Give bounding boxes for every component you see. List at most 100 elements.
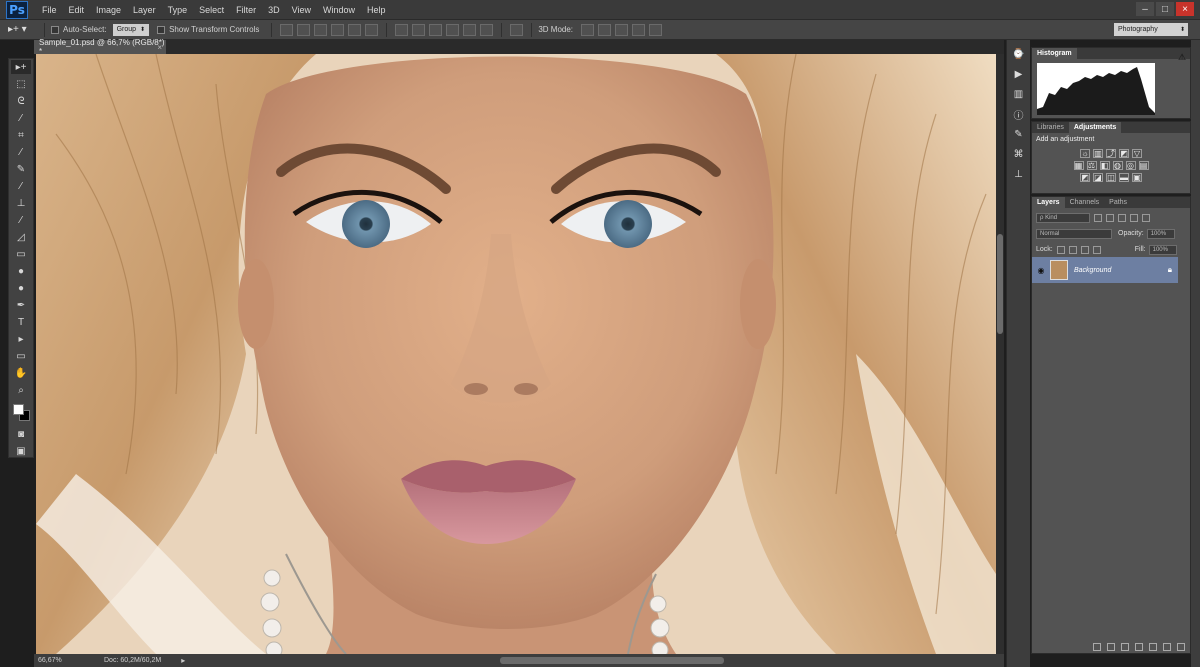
auto-select-dropdown[interactable]: Group ⬍ [112,23,150,36]
layer-name[interactable]: Background [1074,267,1111,274]
color-swatches[interactable] [10,401,32,423]
fill-field[interactable]: 100% [1148,244,1177,255]
move-tool-icon[interactable]: ▸+ [11,60,31,74]
posterize-icon[interactable]: ◪ [1093,173,1103,182]
brush-panel-icon[interactable]: ✎ [1012,128,1026,140]
vertical-scrollbar[interactable] [996,54,1004,654]
type-filter-icon[interactable] [1118,213,1126,222]
menu-edit[interactable]: Edit [63,0,91,20]
properties-panel-icon[interactable]: ▥ [1012,88,1026,100]
path-selection-tool-icon[interactable]: ▸ [11,332,31,346]
document-canvas[interactable] [36,54,996,654]
menu-filter[interactable]: Filter [230,0,262,20]
align-right-icon[interactable] [365,23,379,36]
blend-mode-select[interactable]: Normal [1036,228,1112,239]
new-layer-icon[interactable] [1163,642,1171,651]
quick-selection-tool-icon[interactable]: ⁄ [11,111,31,125]
distribute-top-icon[interactable] [395,23,409,36]
minimize-icon[interactable]: – [1136,2,1154,16]
hue-saturation-icon[interactable]: ▦ [1073,161,1084,170]
menu-select[interactable]: Select [193,0,230,20]
3d-scale-icon[interactable] [649,23,663,36]
screen-mode-icon[interactable]: ▣ [11,444,31,458]
gradient-tool-icon[interactable]: ▭ [11,247,31,261]
align-bottom-icon[interactable] [314,23,328,36]
hand-tool-icon[interactable]: ✋ [11,366,31,380]
brightness-contrast-icon[interactable]: ☼ [1080,149,1090,158]
pixel-filter-icon[interactable] [1094,213,1102,222]
align-center-icon[interactable] [348,23,362,36]
distribute-bottom-icon[interactable] [429,23,443,36]
lock-transparent-icon[interactable] [1056,245,1065,254]
tab-histogram[interactable]: Histogram [1032,48,1077,59]
brush-presets-icon[interactable]: ⌘ [1012,148,1026,160]
exposure-icon[interactable]: ◩ [1119,149,1129,158]
lock-all-icon[interactable] [1092,245,1101,254]
type-tool-icon[interactable]: T [11,315,31,329]
layer-style-icon[interactable] [1107,642,1115,651]
horizontal-scroll-thumb[interactable] [500,657,724,664]
levels-icon[interactable]: ▥ [1093,149,1103,158]
brush-tool-icon[interactable]: ⁄ [11,179,31,193]
vertical-scroll-thumb[interactable] [997,234,1003,334]
zoom-tool-icon[interactable]: ⌕ [11,383,31,397]
crop-tool-icon[interactable]: ⌗ [11,128,31,142]
status-menu-arrow-icon[interactable]: ▸ [181,656,185,665]
channel-mixer-icon[interactable]: ◎ [1125,161,1136,170]
rectangle-tool-icon[interactable]: ▭ [11,349,31,363]
transform-controls-checkbox[interactable] [157,25,166,34]
move-tool-preset-icon[interactable]: ▸+ ▾ [8,22,38,38]
menu-type[interactable]: Type [162,0,194,20]
healing-brush-tool-icon[interactable]: ✎ [11,162,31,176]
tab-layers[interactable]: Layers [1032,197,1065,208]
foreground-color-swatch[interactable] [13,404,24,415]
distribute-center-icon[interactable] [463,23,477,36]
quick-mask-icon[interactable]: ◙ [11,427,31,441]
visibility-eye-icon[interactable]: ◉ [1035,266,1047,275]
black-white-icon[interactable]: ◧ [1099,161,1110,170]
smart-object-filter-icon[interactable] [1142,213,1150,222]
tool-presets-icon[interactable]: ⊥ [1012,168,1026,180]
3d-rotate-icon[interactable] [581,23,595,36]
menu-help[interactable]: Help [361,0,392,20]
kind-filter-select[interactable]: ρ Kind [1036,212,1090,223]
actions-panel-icon[interactable]: ▶ [1012,68,1026,80]
lock-pixels-icon[interactable] [1068,245,1077,254]
blur-tool-icon[interactable]: ● [11,264,31,278]
tab-libraries[interactable]: Libraries [1032,122,1069,133]
threshold-icon[interactable]: ◫ [1106,173,1116,182]
document-tab[interactable]: Sample_01.psd @ 66,7% (RGB/8*) * × [34,38,166,56]
gradient-map-icon[interactable]: ▬ [1119,173,1129,182]
workspace-switcher[interactable]: Photography ⬍ [1114,23,1188,36]
menu-image[interactable]: Image [90,0,127,20]
color-balance-icon[interactable]: ⚖ [1086,161,1097,170]
history-brush-tool-icon[interactable]: ⁄ [11,213,31,227]
3d-roll-icon[interactable] [598,23,612,36]
vibrance-icon[interactable]: ▽ [1132,149,1142,158]
zoom-level[interactable]: 66,67% [38,657,68,664]
3d-slide-icon[interactable] [632,23,646,36]
eyedropper-tool-icon[interactable]: ⁄ [11,145,31,159]
menu-view[interactable]: View [286,0,317,20]
align-top-icon[interactable] [280,23,294,36]
curves-icon[interactable]: ⤴ [1106,149,1116,158]
layer-row-background[interactable]: ◉ Background 🔒︎ [1032,257,1178,283]
menu-window[interactable]: Window [317,0,361,20]
tab-paths[interactable]: Paths [1104,197,1132,208]
lasso-tool-icon[interactable]: ᘓ [11,94,31,108]
clone-stamp-tool-icon[interactable]: ⊥ [11,196,31,210]
invert-icon[interactable]: ◩ [1080,173,1090,182]
link-layers-icon[interactable] [1093,642,1101,651]
eraser-tool-icon[interactable]: ◿ [11,230,31,244]
adjustment-filter-icon[interactable] [1106,213,1114,222]
close-icon[interactable]: × [1176,2,1194,16]
warning-icon[interactable]: ⚠ [1178,52,1188,62]
distribute-left-icon[interactable] [446,23,460,36]
new-adjustment-layer-icon[interactable] [1135,642,1143,651]
add-mask-icon[interactable] [1121,642,1129,651]
auto-align-icon[interactable] [510,23,524,36]
new-group-icon[interactable] [1149,642,1157,651]
info-panel-icon[interactable]: ⓘ [1012,108,1026,122]
marquee-tool-icon[interactable]: ⬚ [11,77,31,91]
align-middle-icon[interactable] [297,23,311,36]
